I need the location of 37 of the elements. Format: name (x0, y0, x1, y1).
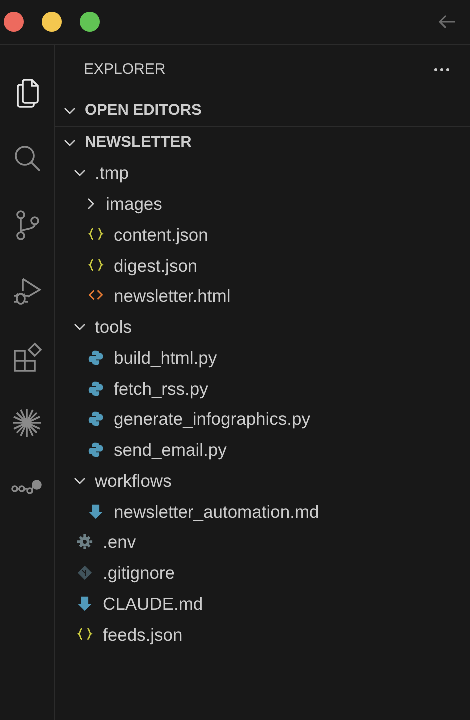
file-name[interactable]: digest.json (114, 252, 198, 279)
explorer-title: EXPLORER (84, 60, 166, 80)
file-name[interactable]: newsletter.html (114, 283, 231, 310)
braces-icon (88, 226, 104, 243)
file-name[interactable]: content.json (114, 222, 208, 248)
gear-icon (77, 534, 93, 550)
file-name[interactable]: .env (103, 529, 136, 556)
braces-icon (88, 258, 104, 274)
file-name[interactable]: send_email.py (114, 437, 227, 464)
file-name[interactable]: fetch_rss.py (114, 376, 208, 402)
section-header[interactable]: OPEN EDITORS (85, 98, 202, 122)
back-arrow-icon[interactable] (438, 14, 456, 30)
file-name[interactable]: .gitignore (103, 560, 175, 586)
file-name[interactable]: newsletter_automation.md (114, 498, 320, 525)
diamond-icon (77, 565, 93, 582)
minimize-button[interactable] (42, 12, 62, 32)
close-button[interactable] (4, 12, 24, 32)
file-name[interactable]: CLAUDE.md (103, 590, 204, 617)
python-icon (88, 442, 104, 458)
file-name[interactable]: build_html.py (114, 344, 218, 371)
braces-icon (77, 626, 93, 643)
folder-name[interactable]: tools (95, 314, 132, 340)
zoom-button[interactable] (80, 12, 100, 32)
python-icon (88, 411, 104, 428)
more-icon[interactable] (434, 68, 450, 72)
python-icon (88, 350, 104, 366)
file-name[interactable]: generate_infographics.py (114, 406, 311, 432)
folder-name[interactable]: workflows (95, 468, 172, 494)
python-icon (88, 380, 104, 397)
section-header[interactable]: NEWSLETTER (85, 130, 192, 154)
burst-icon[interactable] (11, 407, 43, 439)
file-name[interactable]: feeds.json (103, 622, 183, 648)
down-arrow-icon (77, 596, 93, 612)
folder-name[interactable]: .tmp (95, 160, 130, 186)
extensions-icon[interactable] (11, 341, 43, 373)
folder-name[interactable]: images (106, 191, 162, 218)
down-arrow-icon (88, 504, 104, 520)
